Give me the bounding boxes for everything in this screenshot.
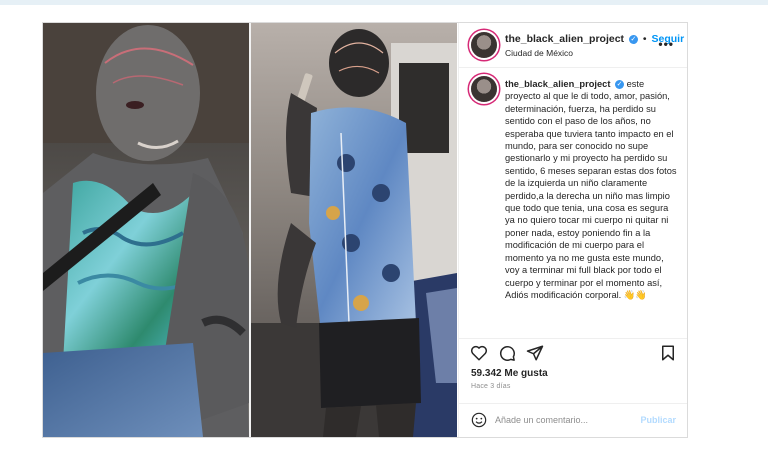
action-bar bbox=[459, 339, 687, 367]
send-icon[interactable] bbox=[526, 344, 544, 362]
verified-badge-icon: ✓ bbox=[628, 34, 638, 44]
location-link[interactable]: Ciudad de México bbox=[505, 48, 573, 58]
caption-verified-icon: ✓ bbox=[615, 80, 625, 90]
likes-count[interactable]: 59.342 Me gusta bbox=[471, 368, 548, 379]
caption-body: este proyecto al que le di todo, amor, p… bbox=[505, 79, 677, 300]
separator-dot: • bbox=[642, 33, 647, 45]
username-link[interactable]: the_black_alien_project bbox=[505, 33, 624, 45]
emoji-icon[interactable] bbox=[471, 412, 487, 428]
comment-bar: Añade un comentario... Publicar bbox=[459, 403, 687, 437]
caption-avatar[interactable] bbox=[471, 76, 497, 102]
instagram-post: the_black_alien_project ✓ • Seguir Ciuda… bbox=[42, 22, 688, 438]
header-user-line: the_black_alien_project ✓ • Seguir bbox=[505, 33, 684, 45]
browser-top-band bbox=[0, 0, 768, 5]
post-media[interactable] bbox=[43, 23, 457, 437]
post-sidebar: the_black_alien_project ✓ • Seguir Ciuda… bbox=[458, 23, 687, 437]
photo-right bbox=[251, 23, 457, 437]
post-time[interactable]: Hace 3 días bbox=[471, 383, 511, 390]
comment-input[interactable]: Añade un comentario... bbox=[495, 415, 588, 425]
post-header: the_black_alien_project ✓ • Seguir Ciuda… bbox=[459, 23, 687, 68]
publish-button[interactable]: Publicar bbox=[640, 415, 676, 425]
more-options-icon[interactable]: ••• bbox=[658, 37, 674, 51]
comment-icon[interactable] bbox=[498, 344, 516, 362]
caption-text: the_black_alien_project ✓ este proyecto … bbox=[505, 78, 677, 301]
bookmark-icon[interactable] bbox=[659, 344, 677, 362]
caption-section: the_black_alien_project ✓ este proyecto … bbox=[459, 68, 687, 339]
caption-username[interactable]: the_black_alien_project bbox=[505, 79, 610, 89]
photo-left bbox=[43, 23, 249, 437]
heart-icon[interactable] bbox=[470, 344, 488, 362]
avatar[interactable] bbox=[471, 32, 497, 58]
